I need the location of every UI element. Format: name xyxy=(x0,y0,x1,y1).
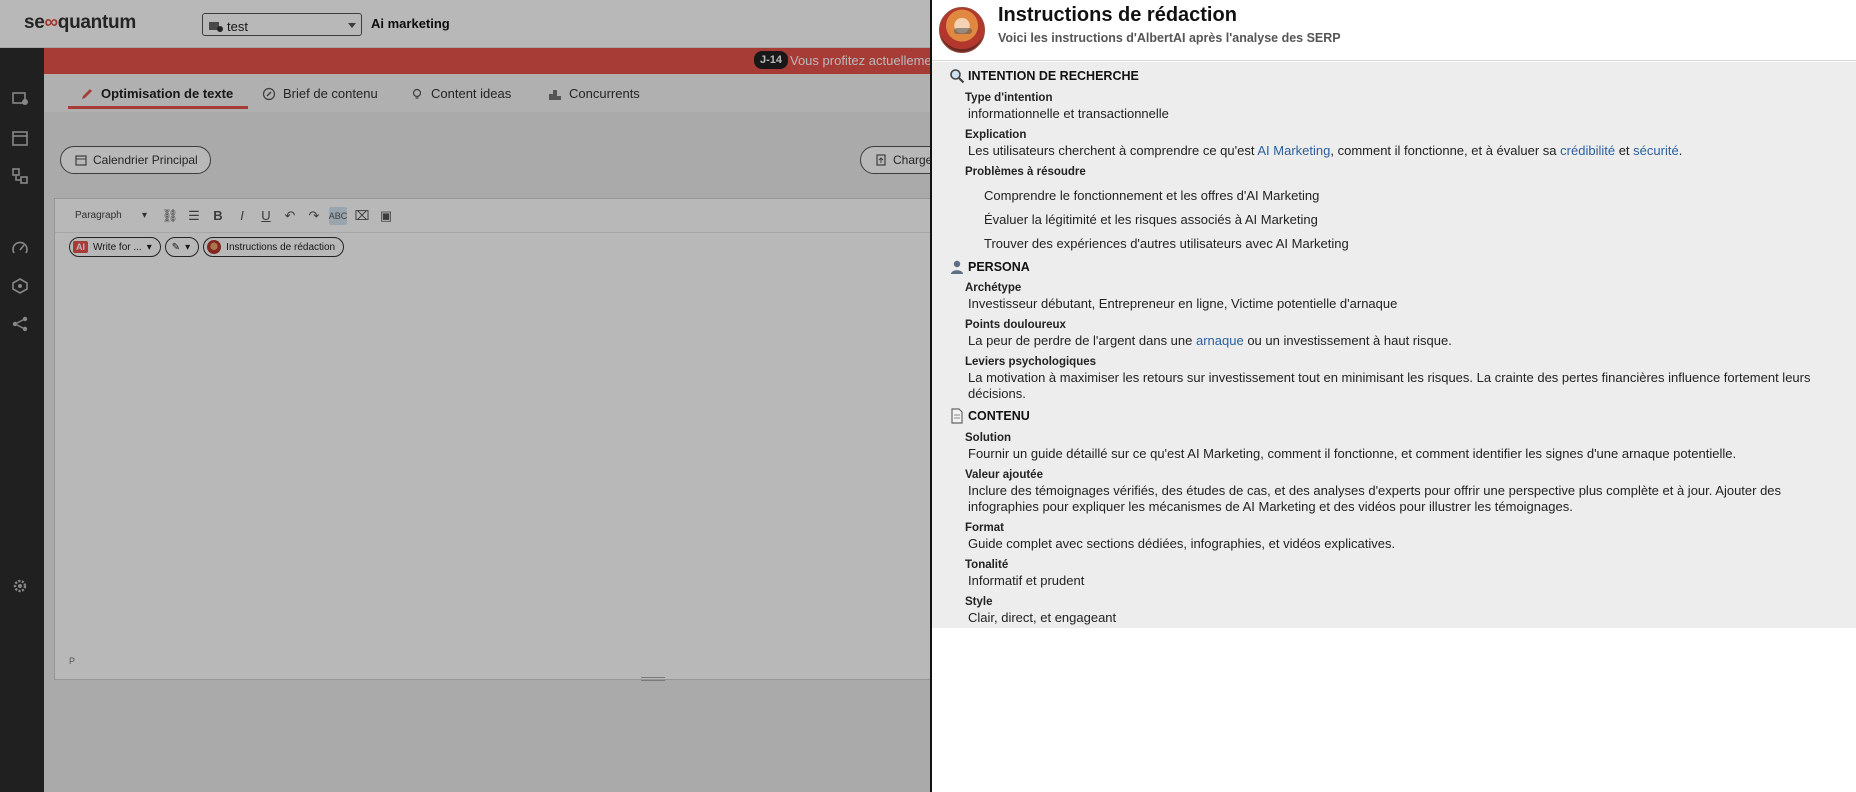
list-item: Comprendre le fonctionnement et les offr… xyxy=(984,188,1320,203)
albertai-avatar xyxy=(939,7,985,53)
field-label-type-intention: Type d'intention xyxy=(965,92,1053,104)
document-icon xyxy=(951,408,963,424)
field-label-valeur-ajoutee: Valeur ajoutée xyxy=(965,469,1043,481)
list-item: Trouver des expériences d'autres utilisa… xyxy=(984,236,1349,251)
field-label-solution: Solution xyxy=(965,432,1011,444)
panel-body: INTENTION DE RECHERCHE Type d'intention … xyxy=(932,62,1856,628)
list-item: Évaluer la légitimité et les risques ass… xyxy=(984,212,1318,227)
field-label-explication: Explication xyxy=(965,129,1027,141)
field-label-points-douloureux: Points douloureux xyxy=(965,319,1066,331)
panel-subtitle: Voici les instructions d'AlbertAI après … xyxy=(998,31,1341,45)
section-heading-contenu: CONTENU xyxy=(949,408,1030,424)
field-value-style: Clair, direct, et engageant xyxy=(968,610,1117,625)
panel-header: Instructions de rédaction Voici les inst… xyxy=(932,0,1856,61)
keyword-link[interactable]: sécurité xyxy=(1633,143,1679,158)
field-value-explication: Les utilisateurs cherchent à comprendre … xyxy=(968,143,1683,158)
person-icon xyxy=(951,260,963,274)
field-value-archetype: Investisseur débutant, Entrepreneur en l… xyxy=(968,296,1398,311)
field-value-type-intention: informationnelle et transactionnelle xyxy=(968,106,1169,121)
field-label-tonalite: Tonalité xyxy=(965,559,1009,571)
panel-title: Instructions de rédaction xyxy=(998,4,1237,26)
field-value-solution: Fournir un guide détaillé sur ce qu'est … xyxy=(968,446,1737,461)
keyword-link[interactable]: arnaque xyxy=(1196,333,1244,348)
magnifier-icon xyxy=(950,69,965,84)
modal-overlay[interactable] xyxy=(0,0,930,792)
field-value-format: Guide complet avec sections dédiées, inf… xyxy=(968,536,1396,551)
field-value-leviers: La motivation à maximiser les retours su… xyxy=(968,370,1811,401)
field-label-leviers: Leviers psychologiques xyxy=(965,356,1097,368)
field-value-valeur-ajoutee: Inclure des témoignages vérifiés, des ét… xyxy=(968,483,1782,514)
field-label-format: Format xyxy=(965,522,1004,534)
keyword-link[interactable]: crédibilité xyxy=(1560,143,1615,158)
instructions-panel: Instructions de rédaction Voici les inst… xyxy=(930,0,1856,792)
field-value-points-douloureux: La peur de perdre de l'argent dans une a… xyxy=(968,333,1452,348)
keyword-link[interactable]: AI Marketing xyxy=(1257,143,1330,158)
field-label-archetype: Archétype xyxy=(965,282,1022,294)
field-label-problemes: Problèmes à résoudre xyxy=(965,166,1086,178)
field-value-tonalite: Informatif et prudent xyxy=(968,573,1085,588)
section-heading-persona: PERSONA xyxy=(949,259,1030,275)
field-label-style: Style xyxy=(965,596,993,608)
section-heading-intention: INTENTION DE RECHERCHE xyxy=(949,68,1139,84)
